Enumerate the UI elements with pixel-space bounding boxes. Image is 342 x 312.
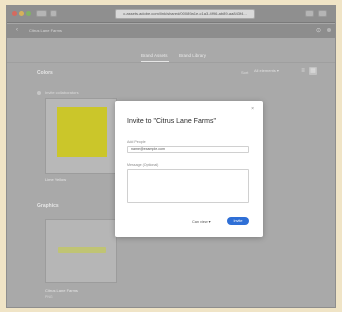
graphic-card-label: Citrus Lane Farms (45, 288, 78, 293)
logo-thumbnail (58, 247, 106, 253)
color-swatch (57, 107, 107, 157)
minimize-window-button[interactable] (19, 11, 24, 16)
list-view-icon[interactable]: ≡ (299, 67, 307, 75)
graphics-section-title: Graphics (37, 203, 59, 209)
invite-collaborators-link[interactable]: Invite collaborators (37, 90, 79, 95)
color-card[interactable] (45, 98, 117, 174)
app-header: ‹ Citrus Lane Farms ⊙ (7, 24, 335, 38)
invite-button[interactable]: Invite (227, 217, 249, 225)
message-field[interactable] (127, 169, 249, 203)
help-icon[interactable]: ⊙ (316, 27, 321, 34)
avatar[interactable] (327, 28, 331, 32)
permission-select[interactable]: Can view ▾ (192, 219, 211, 224)
graphic-card-type: PNG (45, 295, 53, 299)
color-card-label: Lime Yellow (45, 177, 67, 182)
new-tab-button[interactable] (318, 10, 327, 17)
message-label: Message (Optional) (127, 163, 159, 167)
sidebar-toggle-button[interactable] (50, 10, 57, 17)
invite-collaborators-label: Invite collaborators (45, 90, 79, 95)
email-label: Add People (127, 140, 146, 144)
sort-select[interactable]: All elements ▾ (254, 68, 294, 75)
browser-chrome: c.assets.adobe.com/link/shared/00089a1e-… (7, 6, 335, 23)
colors-section-title: Colors (37, 70, 53, 76)
tab-brand-library[interactable]: Brand Library (179, 53, 206, 58)
graphic-card[interactable] (45, 219, 117, 283)
add-user-icon (37, 90, 41, 95)
tabs-divider (7, 62, 335, 63)
page-title: Citrus Lane Farms (29, 28, 62, 33)
close-window-button[interactable] (12, 11, 17, 16)
url-bar[interactable]: c.assets.adobe.com/link/shared/00089a1e-… (115, 9, 255, 19)
sort-label: Sort (241, 70, 249, 75)
chevron-left-icon[interactable]: ‹ (16, 27, 18, 33)
zoom-window-button[interactable] (26, 11, 31, 16)
email-field[interactable]: name@example.com (127, 146, 249, 153)
share-button[interactable] (305, 10, 314, 17)
browser-window: c.assets.adobe.com/link/shared/00089a1e-… (6, 5, 336, 308)
close-icon[interactable]: × (251, 106, 254, 112)
tab-brand-assets[interactable]: Brand Assets (141, 53, 168, 58)
back-forward-buttons[interactable] (36, 10, 47, 17)
grid-view-icon[interactable]: ▦ (309, 67, 317, 75)
dialog-title: Invite to "Citrus Lane Farms" (127, 118, 217, 125)
invite-dialog: × Invite to "Citrus Lane Farms" Add Peop… (115, 101, 263, 237)
